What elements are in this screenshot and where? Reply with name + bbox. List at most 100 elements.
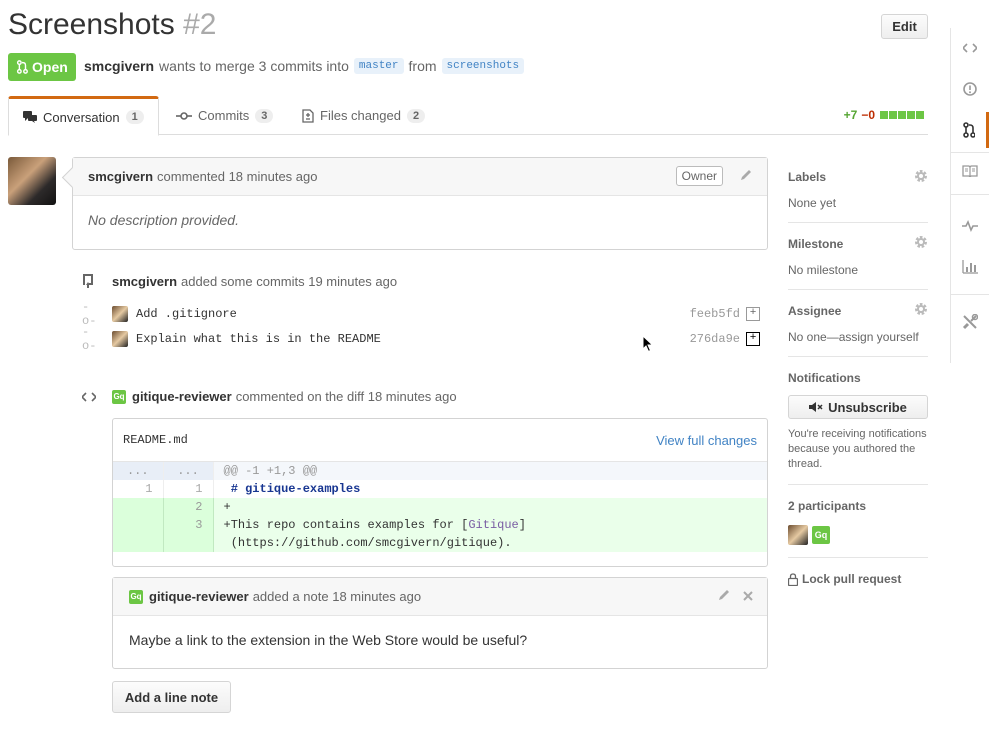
new-line-number[interactable]: 2 <box>163 498 214 516</box>
commit-avatar <box>112 331 128 347</box>
unsubscribe-label: Unsubscribe <box>828 399 907 415</box>
comment-meta: commented 18 minutes ago <box>157 169 318 184</box>
deletions-count: −0 <box>861 108 875 122</box>
commit-avatar <box>112 306 128 322</box>
diffstat-blocks <box>879 108 924 122</box>
author-avatar[interactable] <box>8 157 56 205</box>
diff-icon <box>302 108 314 123</box>
assignee-value[interactable]: No one—assign yourself <box>788 330 928 344</box>
new-line-number[interactable]: 3 <box>163 516 214 534</box>
author-link[interactable]: smcgivern <box>84 58 154 74</box>
event-meta: added some commits 19 minutes ago <box>181 273 398 289</box>
lock-icon <box>788 572 798 586</box>
diff-line: + <box>213 498 767 516</box>
new-line-number <box>163 534 214 552</box>
base-branch[interactable]: master <box>353 58 404 74</box>
close-icon[interactable] <box>743 588 753 605</box>
notifications-reason: You're receiving notifications because y… <box>788 428 927 470</box>
unsubscribe-button[interactable]: Unsubscribe <box>788 395 928 419</box>
note-header: Gq gitique-reviewer added a note 18 minu… <box>113 578 767 616</box>
assignee-title: Assignee <box>788 304 842 318</box>
diff-link-text: Gitique <box>468 518 519 532</box>
assignee-section: Assignee No one—assign yourself <box>788 290 928 357</box>
view-full-changes-link[interactable]: View full changes <box>656 433 757 448</box>
head-branch[interactable]: screenshots <box>441 58 525 74</box>
issue-icon[interactable] <box>951 71 989 107</box>
hunk-row[interactable]: ... ... @@ -1 +1,3 @@ <box>113 462 767 480</box>
commit-message[interactable]: Add .gitignore <box>136 307 237 321</box>
event-author[interactable]: gitique-reviewer <box>132 389 232 404</box>
gear-icon[interactable] <box>914 302 928 321</box>
diff-row[interactable]: (https://github.com/smcgivern/gitique). <box>113 534 767 552</box>
diff-row[interactable]: 2 + <box>113 498 767 516</box>
commit-sha[interactable]: 276da9e <box>690 332 740 346</box>
nav-divider <box>951 294 989 295</box>
pencil-icon[interactable] <box>717 588 731 605</box>
settings-icon[interactable] <box>951 304 989 340</box>
notifications-title: Notifications <box>788 371 861 385</box>
lock-pull-request[interactable]: Lock pull request <box>788 558 928 586</box>
edit-button[interactable]: Edit <box>881 14 928 39</box>
commit-row[interactable]: -o- Explain what this is in the README 2… <box>82 325 762 353</box>
diffstat[interactable]: +7 −0 <box>844 108 924 122</box>
merge-text: wants to merge 3 commits into <box>159 58 349 74</box>
old-line-number[interactable] <box>113 498 164 516</box>
state-label: Open <box>32 59 68 75</box>
pencil-icon[interactable] <box>739 168 753 185</box>
tab-files-changed[interactable]: Files changed 2 <box>288 96 439 135</box>
commits-event: smcgivern added some commits 19 minutes … <box>82 273 397 289</box>
expand-icon[interactable]: + <box>746 332 760 346</box>
pull-request-icon <box>16 60 28 74</box>
code-icon[interactable] <box>951 30 989 66</box>
new-line-number[interactable]: 1 <box>163 480 214 498</box>
diff-table: ... ... @@ -1 +1,3 @@ 1 1 # gitique-exam… <box>113 462 767 552</box>
note-body: Maybe a link to the extension in the Web… <box>129 632 528 648</box>
tab-label: Files changed <box>320 108 401 123</box>
add-line-note-button[interactable]: Add a line note <box>112 681 231 713</box>
old-line-number[interactable]: 1 <box>113 480 164 498</box>
old-line-number <box>113 534 164 552</box>
diff-row[interactable]: 3 +This repo contains examples for [Giti… <box>113 516 767 534</box>
old-line-number: ... <box>113 462 164 480</box>
milestone-value: No milestone <box>788 263 859 277</box>
commit-sha[interactable]: feeb5fd <box>690 307 740 321</box>
from-text: from <box>408 58 437 74</box>
commit-message[interactable]: Explain what this is in the README <box>136 332 381 346</box>
event-author[interactable]: smcgivern <box>112 274 177 289</box>
comment-author[interactable]: smcgivern <box>88 169 153 184</box>
graph-icon[interactable] <box>951 249 989 285</box>
comment-header: smcgivern commented 18 minutes ago Owner <box>73 158 767 196</box>
diff-text: ] <box>518 518 526 532</box>
gear-icon[interactable] <box>914 169 928 188</box>
diff-line: +This repo contains examples for [Gitiqu… <box>213 516 767 534</box>
tab-commits[interactable]: Commits 3 <box>162 96 287 135</box>
commit-row[interactable]: -o- Add .gitignore feeb5fd + <box>82 300 762 328</box>
pulse-icon[interactable] <box>951 208 989 244</box>
labels-title: Labels <box>788 170 827 184</box>
note-author[interactable]: gitique-reviewer <box>149 589 249 604</box>
reviewer-avatar[interactable]: Gq <box>129 589 143 604</box>
hunk-header: @@ -1 +1,3 @@ <box>213 462 767 480</box>
new-line-number: ... <box>163 462 214 480</box>
wiki-icon[interactable] <box>951 153 989 189</box>
participant-avatars: Gq <box>788 525 928 545</box>
diff-row[interactable]: 1 1 # gitique-examples <box>113 480 767 498</box>
file-name[interactable]: README.md <box>123 433 188 447</box>
milestone-section: Milestone No milestone <box>788 223 928 290</box>
mute-icon <box>809 402 823 412</box>
repo-nav <box>950 28 989 363</box>
gear-icon[interactable] <box>914 235 928 254</box>
diff-comment-event: Gq gitique-reviewer commented on the dif… <box>82 389 457 404</box>
mouse-cursor-icon <box>642 335 654 353</box>
avatar[interactable]: Gq <box>812 526 830 544</box>
tab-conversation[interactable]: Conversation 1 <box>8 96 159 136</box>
participants-section: 2 participants Gq <box>788 485 928 558</box>
nav-divider <box>951 194 989 195</box>
avatar[interactable] <box>788 525 808 545</box>
expand-icon[interactable]: + <box>746 307 760 321</box>
pull-request-icon[interactable] <box>951 112 989 148</box>
note-actions <box>717 588 753 605</box>
reviewer-avatar[interactable]: Gq <box>112 389 126 404</box>
old-line-number[interactable] <box>113 516 164 534</box>
lock-label: Lock pull request <box>802 572 902 586</box>
